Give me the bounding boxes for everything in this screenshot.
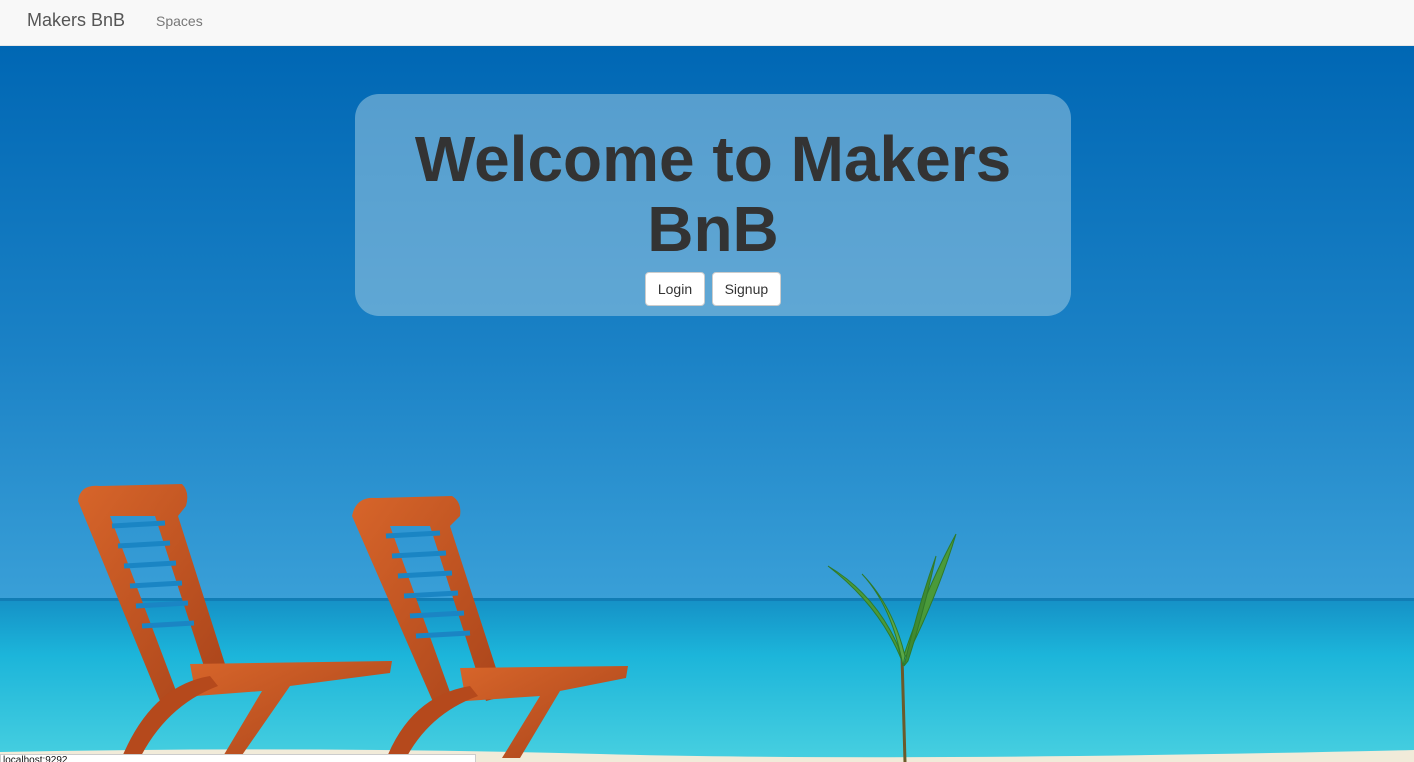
page-title: Welcome to Makers BnB [414, 123, 1012, 265]
browser-status-bar: localhost:9292 [0, 754, 476, 762]
auth-buttons: Login Signup [355, 272, 1071, 306]
login-button[interactable]: Login [644, 272, 706, 306]
signup-button[interactable]: Signup [711, 272, 782, 306]
navbar-brand[interactable]: Makers BnB [27, 10, 125, 31]
welcome-jumbotron: Welcome to Makers BnB Login Signup [355, 94, 1071, 316]
nav-link-spaces[interactable]: Spaces [156, 13, 203, 29]
navbar: Makers BnB Spaces [0, 0, 1414, 46]
page: Makers BnB Spaces Welcome to Makers BnB … [0, 0, 1414, 762]
